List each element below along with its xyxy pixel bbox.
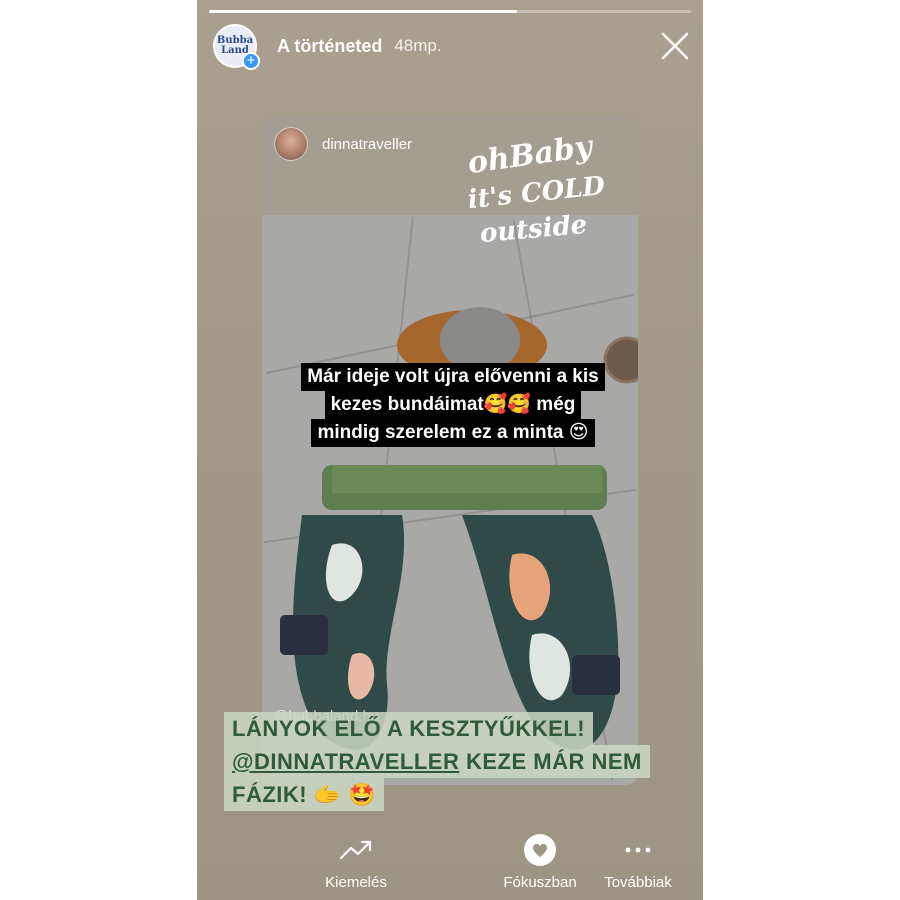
reshared-post-card[interactable]: dinnatraveller Már ideje volt újra előve… [262, 115, 638, 785]
story-timestamp: 48mp. [394, 36, 442, 55]
sticker-text-3: outside [479, 210, 589, 249]
story-caption-line-1: LÁNYOK ELŐ A KESZTYŰKKEL! [224, 712, 594, 745]
post-caption-line-1: Már ideje volt újra elővenni a kis [301, 363, 605, 391]
author-username[interactable]: dinnatraveller [322, 136, 412, 153]
more-button[interactable]: Továbbiak [595, 832, 681, 891]
reshared-post-author[interactable]: dinnatraveller [274, 127, 412, 161]
post-photo: Már ideje volt újra elővenni a kis kezes… [262, 215, 638, 785]
highlight-button[interactable]: Kiemelés [316, 832, 396, 891]
highlight-label: Kiemelés [325, 874, 387, 891]
story-caption-line-2: @DINNATRAVELLER KEZE MÁR NEM [224, 745, 650, 778]
story-progress-fill [209, 10, 518, 13]
post-caption-line-2: kezes bundáimat🥰🥰 még [324, 391, 582, 419]
heart-circle-icon [495, 832, 585, 868]
story-caption-line-2-rest: KEZE MÁR NEM [459, 749, 642, 774]
author-avatar[interactable] [274, 127, 308, 161]
story-progress-bar [209, 10, 691, 13]
baby-in-stroller-illustration [280, 307, 638, 750]
close-icon[interactable] [659, 30, 691, 62]
story-caption: LÁNYOK ELŐ A KESZTYŰKKEL! @DINNATRAVELLE… [224, 712, 684, 811]
account-avatar[interactable]: Bubba Land + [213, 24, 260, 70]
story-bottom-bar: Kiemelés Fókuszban Továbbiak [197, 828, 703, 900]
add-story-plus-icon[interactable]: + [242, 52, 260, 70]
featured-label: Fókuszban [503, 874, 577, 891]
story-title: A történeted [277, 35, 383, 56]
more-icon [595, 832, 681, 868]
oh-baby-sticker: ohBaby it's COLD outside [466, 129, 607, 249]
mention-link[interactable]: @DINNATRAVELLER [232, 749, 459, 774]
post-caption-line-3: mindig szerelem ez a minta 😍 [311, 419, 595, 447]
more-label: Továbbiak [604, 874, 672, 891]
story-caption-line-3: FÁZIK! 🫱 🤩 [224, 778, 385, 811]
story-viewer: Bubba Land + A történeted 48mp. dinnatra… [197, 0, 703, 900]
story-header: Bubba Land + A történeted 48mp. [213, 24, 442, 70]
featured-button[interactable]: Fókuszban [495, 832, 585, 891]
trending-up-icon [316, 832, 396, 868]
post-caption: Már ideje volt újra elővenni a kis kezes… [288, 363, 618, 447]
